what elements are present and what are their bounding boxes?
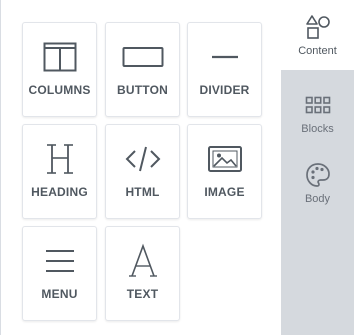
tool-label: MENU	[41, 287, 78, 301]
tool-columns[interactable]: COLUMNS	[22, 22, 97, 117]
tab-label: Body	[304, 193, 331, 205]
tool-label: DIVIDER	[199, 83, 250, 97]
tool-label: BUTTON	[117, 83, 168, 97]
heading-icon	[23, 139, 96, 179]
tab-label: Content	[298, 45, 337, 57]
tool-text[interactable]: TEXT	[105, 226, 180, 321]
tab-rail: Content Blocks Body	[281, 0, 354, 335]
button-icon	[106, 37, 179, 77]
columns-icon	[23, 37, 96, 77]
palette-icon	[281, 162, 354, 188]
tool-button[interactable]: BUTTON	[105, 22, 180, 117]
html-code-icon	[106, 139, 179, 179]
tool-divider[interactable]: DIVIDER	[187, 22, 262, 117]
tool-heading[interactable]: HEADING	[22, 124, 97, 219]
shapes-icon	[281, 14, 354, 40]
tab-label: Blocks	[301, 123, 334, 135]
tab-body[interactable]: Body	[281, 148, 354, 218]
tool-label: TEXT	[126, 287, 159, 301]
tool-html[interactable]: HTML	[105, 124, 180, 219]
menu-icon	[23, 241, 96, 281]
blocks-grid-icon	[281, 92, 354, 118]
tool-image[interactable]: IMAGE	[187, 124, 262, 219]
content-tools-panel: COLUMNS BUTTON DIVIDER HEADING HTML IMAG…	[0, 0, 281, 335]
tool-label: IMAGE	[204, 185, 245, 199]
tab-blocks[interactable]: Blocks	[281, 78, 354, 148]
image-icon	[188, 139, 261, 179]
tool-label: COLUMNS	[28, 83, 91, 97]
divider-icon	[188, 37, 261, 77]
tab-content[interactable]: Content	[281, 0, 354, 70]
editor-sidebar: COLUMNS BUTTON DIVIDER HEADING HTML IMAG…	[0, 0, 354, 335]
tool-label: HEADING	[31, 185, 88, 199]
tool-menu[interactable]: MENU	[22, 226, 97, 321]
tool-label: HTML	[125, 185, 160, 199]
text-icon	[106, 241, 179, 281]
